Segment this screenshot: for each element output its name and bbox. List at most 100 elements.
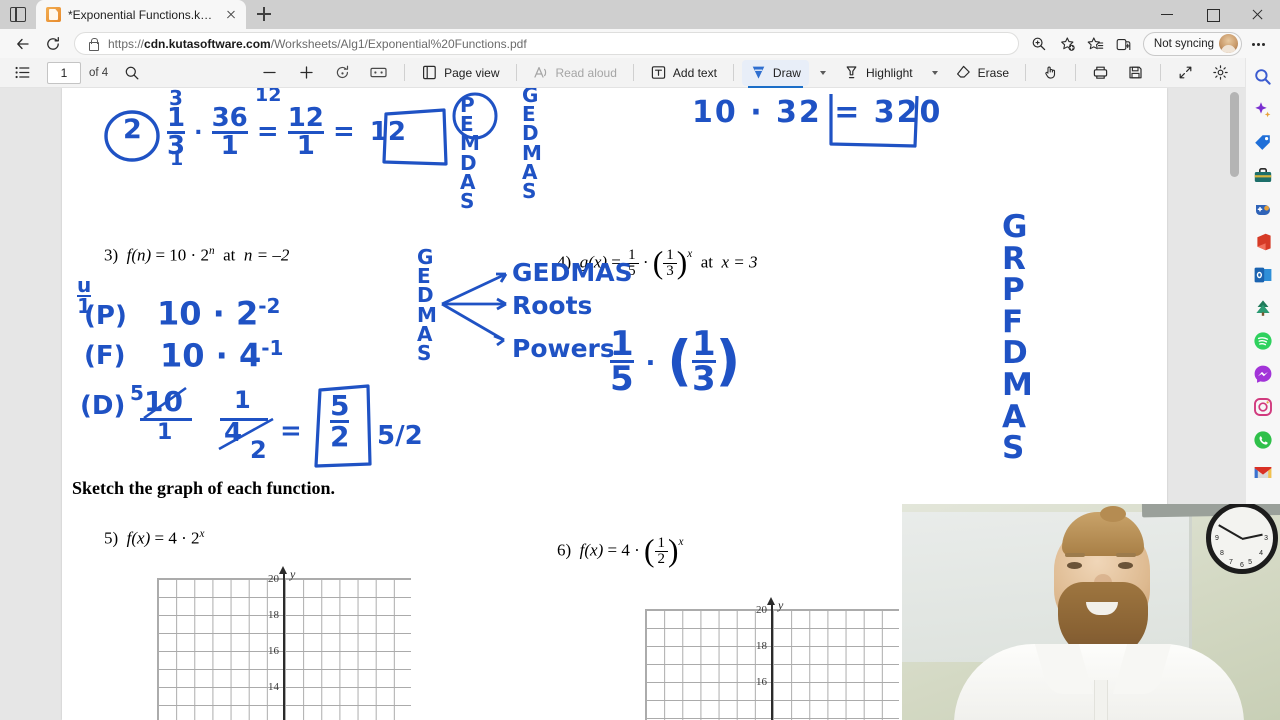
highlight-options-chevron[interactable] [923,60,945,86]
gear-icon[interactable] [1204,60,1237,86]
reload-icon[interactable] [38,31,68,57]
new-tab-button[interactable] [250,0,278,28]
numerator: 1 [657,535,665,551]
sync-status-label: Not syncing [1153,37,1214,50]
graph5: y 20 18 16 14 [157,566,417,720]
highlight-button[interactable]: Highlight [835,60,921,86]
save-icon[interactable] [1119,60,1152,86]
problem-4-dot: · [642,252,649,272]
read-aloud-button[interactable]: Read aloud [525,60,625,86]
back-arrow-icon[interactable] [8,31,38,57]
annotation-d-work-denominator: 1 [157,420,173,445]
person-eyebrow-left [1065,553,1085,557]
dropbox-tree-icon[interactable] [1252,297,1274,319]
toolbar-divider [1075,64,1076,81]
annotation-boxed-answer: 52 [330,389,350,453]
graph6-tick-18: 18 [756,640,767,652]
graph5-tick-18: 18 [268,609,279,621]
graph6-y-axis [771,603,773,720]
add-text-button[interactable]: Add text [642,60,725,86]
annotation-pemdas-circled: PEMDAS [460,93,480,213]
clock-number-5: 5 [1248,559,1252,566]
favorites-list-icon[interactable] [1081,31,1109,57]
page-view-label: Page view [444,65,500,80]
zoom-magnifier-icon[interactable] [1025,31,1053,57]
browser-tab[interactable]: *Exponential Functions.ks-ia1 [36,0,246,29]
close-tab-icon[interactable] [222,6,240,24]
pdf-toolbar: 1 of 4 Page view Read aloud Add text Dra… [0,58,1245,88]
f-work-exponent: -1 [261,336,284,360]
right-paren: ) [667,533,679,569]
annotation-d-frac2-num: 1 [234,386,251,414]
draw-button[interactable]: Draw [741,59,809,88]
annotation-m-label: 5/2 [377,421,423,451]
problem-5-function: f(x) [126,528,151,548]
wall-clock: 3 4 5 6 7 8 9 [1206,504,1278,574]
collections-icon[interactable] [1109,31,1137,57]
clock-number-9: 9 [1215,535,1219,542]
search-icon[interactable] [1252,66,1274,88]
graph5-y-axis-arrow [279,566,287,574]
zoom-in-icon[interactable] [289,60,324,86]
address-bar: https://cdn.kutasoftware.com/Worksheets/… [0,29,1280,58]
fit-to-page-icon[interactable] [361,60,396,86]
toolbar-divider [1160,64,1161,81]
more-options-icon[interactable] [1244,31,1272,57]
gmail-icon[interactable] [1252,462,1274,484]
erase-button[interactable]: Erase [947,60,1017,86]
pdf-scrollbar-thumb[interactable] [1230,92,1239,177]
clock-number-6: 6 [1240,562,1244,569]
person-eye-right [1118,562,1133,569]
search-icon[interactable] [118,60,146,86]
toolbar-divider [515,64,517,81]
clock-minute-hand [1218,524,1243,540]
office-icon[interactable] [1252,231,1274,253]
tab-search-button[interactable] [0,0,36,29]
messenger-icon[interactable] [1252,363,1274,385]
graph6-y-axis-arrow [767,597,775,605]
annotation-d-frac2-replacement: 2 [250,436,267,464]
right-paren: ) [676,245,688,281]
problem-6-exponent: x [678,536,684,548]
copilot-icon[interactable] [1252,99,1274,121]
page-number-input[interactable]: 1 [47,61,81,84]
webcam-overlay[interactable]: 3 4 5 6 7 8 9 [902,504,1280,720]
games-icon[interactable] [1252,198,1274,220]
whatsapp-icon[interactable] [1252,429,1274,451]
annotation-flips: Powers [512,334,615,363]
annotation-powers: Roots [512,291,593,320]
left-paren: ( [644,533,655,569]
profile-sync-button[interactable]: Not syncing [1142,31,1242,56]
denominator: 2 [654,551,668,567]
minimize-icon[interactable] [1145,0,1190,29]
graph5-y-axis [283,572,285,720]
instagram-icon[interactable] [1252,396,1274,418]
address-input[interactable]: https://cdn.kutasoftware.com/Worksheets/… [74,32,1019,55]
fullscreen-icon[interactable] [1169,60,1202,86]
close-window-icon[interactable] [1235,0,1280,29]
problem-5-number: 5) [104,528,119,548]
table-of-contents-icon[interactable] [8,60,37,86]
print-icon[interactable] [1084,60,1117,86]
problem-6-function: f(x) [579,540,604,560]
outlook-icon[interactable] [1252,264,1274,286]
hand-select-icon[interactable] [1034,60,1067,86]
shopping-tag-icon[interactable] [1252,132,1274,154]
graph5-y-axis-label: y [290,567,296,581]
annotation-gedmas-left: GEDMAS [522,88,542,203]
draw-options-chevron[interactable] [811,60,833,86]
tools-briefcase-icon[interactable] [1252,165,1274,187]
page-view-button[interactable]: Page view [413,60,507,86]
maximize-icon[interactable] [1190,0,1235,29]
tab-title: *Exponential Functions.ks-ia1 [68,7,215,22]
annotation-p-work: 10 · 2-2 [157,296,280,330]
page-total-label: of 4 [89,66,109,79]
rotate-icon[interactable] [326,60,359,86]
problem-5-equation: = 4 · 2 [154,528,200,548]
add-text-label: Add text [672,65,717,80]
add-favorite-icon[interactable] [1053,31,1081,57]
spotify-icon[interactable] [1252,330,1274,352]
zoom-out-icon[interactable] [252,60,287,86]
problem-5-exponent: x [199,528,205,540]
annotation-work-320: 10 · 32 = 320 [692,95,943,130]
